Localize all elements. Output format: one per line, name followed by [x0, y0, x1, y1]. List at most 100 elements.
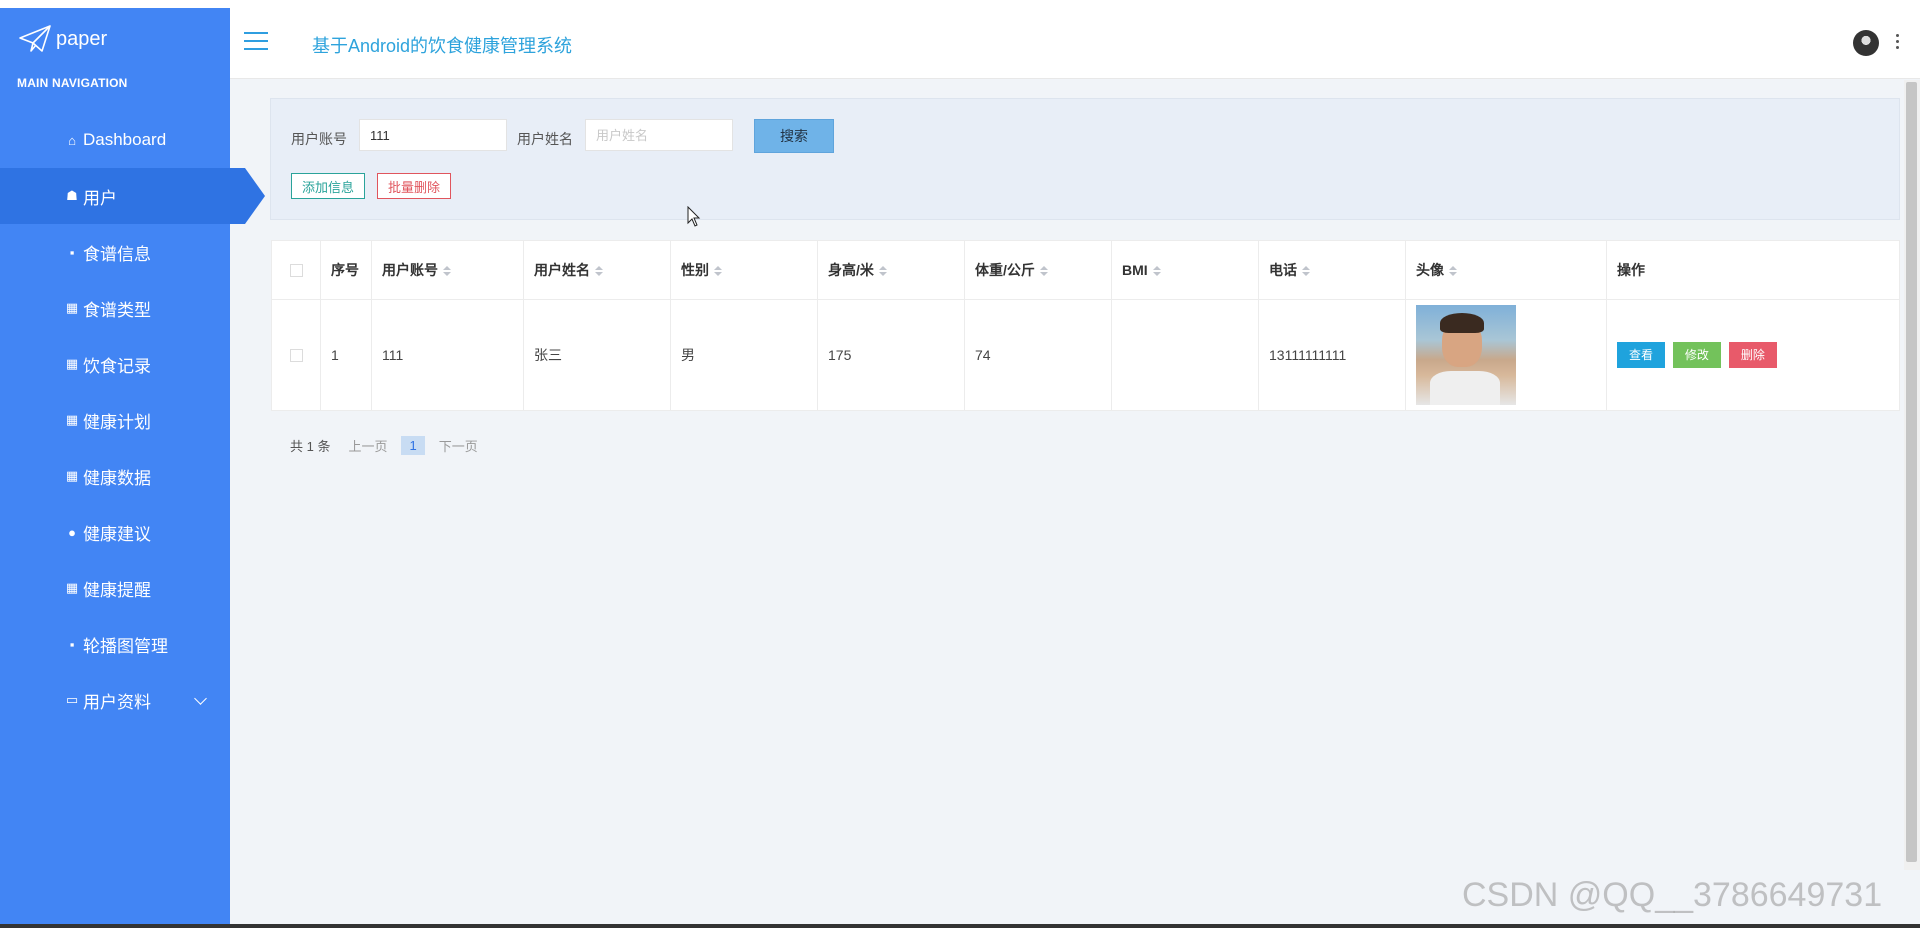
scrollbar-thumb[interactable] [1906, 82, 1917, 862]
prev-page-button[interactable]: 上一页 [348, 436, 387, 455]
cell-avatar [1405, 299, 1607, 411]
top-strip [0, 0, 1920, 8]
header-gender[interactable]: 性别 [670, 240, 818, 300]
users-table: 序号 用户账号 用户姓名 性别 身高/米 体重/公斤 BMI 电话 头像 操作 … [271, 240, 1900, 411]
user-icon: ☗ [66, 188, 78, 203]
sidebar-item-health-advice[interactable]: ● 健康建议 [0, 504, 230, 560]
header-name[interactable]: 用户姓名 [523, 240, 671, 300]
select-all-cell [271, 240, 321, 300]
card-icon: ▭ [65, 692, 79, 707]
grid-icon: ▦ [65, 356, 79, 371]
cell-actions: 查看 修改 删除 [1606, 299, 1900, 411]
sort-icon[interactable] [1302, 266, 1310, 277]
batch-delete-button[interactable]: 批量删除 [377, 173, 452, 199]
sidebar-item-dashboard[interactable]: ⌂ Dashboard [0, 112, 230, 168]
sort-icon[interactable] [714, 266, 722, 277]
header-weight[interactable]: 体重/公斤 [964, 240, 1112, 300]
header-phone[interactable]: 电话 [1258, 240, 1406, 300]
clipboard-icon: ▪ [69, 244, 75, 260]
sidebar-item-label: 食谱类型 [83, 300, 151, 320]
sidebar-item-recipe-info[interactable]: ▪ 食谱信息 [0, 224, 230, 280]
sidebar-item-label: Dashboard [83, 130, 167, 149]
current-page-button[interactable]: 1 [401, 436, 425, 455]
grid-icon: ▦ [65, 412, 79, 427]
account-label: 用户账号 [291, 131, 347, 147]
search-button[interactable]: 搜索 [754, 119, 834, 153]
header-height[interactable]: 身高/米 [817, 240, 965, 300]
sidebar-item-label: 健康提醒 [83, 580, 151, 600]
paper-plane-icon [19, 25, 51, 52]
more-options-icon[interactable] [1896, 34, 1900, 52]
header-label: BMI [1122, 262, 1148, 278]
sidebar-item-user-profile[interactable]: ▭ 用户资料 [0, 672, 230, 728]
search-panel: 用户账号 用户姓名 搜索 添加信息 批量删除 [270, 98, 1900, 220]
sort-icon[interactable] [1152, 266, 1161, 277]
select-all-checkbox[interactable] [289, 263, 303, 277]
sidebar-nav: ⌂ Dashboard ☗ 用户 ▪ 食谱信息 ▦ 食谱类型 ▦ 饮食记录 ▦ … [0, 112, 265, 728]
header-label: 用户姓名 [534, 262, 590, 278]
sidebar-item-recipe-types[interactable]: ▦ 食谱类型 [0, 280, 230, 336]
header-account[interactable]: 用户账号 [371, 240, 524, 300]
header-avatar[interactable]: 头像 [1405, 240, 1607, 300]
header-bmi[interactable]: BMI [1111, 240, 1259, 300]
header-actions: 操作 [1606, 240, 1900, 300]
cell-account: 111 [371, 299, 524, 411]
person-icon: ● [68, 524, 76, 540]
sort-icon[interactable] [1039, 266, 1048, 277]
avatar[interactable] [1853, 30, 1879, 56]
sidebar-item-label: 健康建议 [83, 524, 151, 544]
sidebar-item-users[interactable]: ☗ 用户 [0, 168, 265, 224]
grid-icon: ▦ [65, 468, 79, 483]
chevron-down-icon [194, 692, 207, 705]
header-label: 电话 [1269, 262, 1297, 278]
next-page-button[interactable]: 下一页 [439, 436, 478, 455]
grid-icon: ▦ [65, 300, 79, 315]
account-input[interactable] [359, 119, 507, 151]
cell-index: 1 [320, 299, 372, 411]
row-checkbox[interactable] [289, 348, 303, 362]
watermark: CSDN @QQ__3786649731 [1462, 876, 1883, 914]
sidebar-item-label: 用户资料 [83, 692, 151, 712]
main-navigation-title: MAIN NAVIGATION [17, 76, 128, 90]
sidebar-item-carousel[interactable]: ▪ 轮播图管理 [0, 616, 230, 672]
edit-button[interactable]: 修改 [1672, 342, 1721, 368]
menu-toggle-icon[interactable] [244, 32, 268, 52]
pagination: 共 1 条 上一页 1 下一页 [290, 436, 478, 455]
table-row: 1 111 张三 男 175 74 13111111111 查看 修改 删除 [271, 299, 1900, 411]
user-avatar-photo[interactable] [1416, 305, 1516, 405]
cell-height: 175 [817, 299, 965, 411]
mouse-cursor-icon [687, 206, 701, 227]
sidebar-item-health-plan[interactable]: ▦ 健康计划 [0, 392, 230, 448]
sidebar: paper MAIN NAVIGATION ⌂ Dashboard ☗ 用户 ▪… [0, 8, 265, 928]
pagination-total: 共 1 条 [290, 439, 331, 454]
sidebar-item-health-data[interactable]: ▦ 健康数据 [0, 448, 230, 504]
top-header: 基于Android的饮食健康管理系统 [230, 8, 1920, 79]
sidebar-item-label: 健康数据 [83, 468, 151, 488]
cell-phone: 13111111111 [1258, 299, 1406, 411]
clipboard-icon: ▪ [69, 636, 75, 652]
add-info-button[interactable]: 添加信息 [291, 173, 366, 199]
header-index: 序号 [320, 240, 372, 300]
sort-icon[interactable] [878, 266, 887, 277]
table-header-row: 序号 用户账号 用户姓名 性别 身高/米 体重/公斤 BMI 电话 头像 操作 [271, 240, 1900, 300]
header-label: 头像 [1416, 262, 1444, 278]
name-input[interactable] [585, 119, 733, 151]
logo-text: paper [56, 27, 108, 50]
sidebar-item-label: 健康计划 [83, 412, 151, 432]
cell-bmi [1111, 299, 1259, 411]
sidebar-item-diet-records[interactable]: ▦ 饮食记录 [0, 336, 230, 392]
sort-icon[interactable] [1449, 266, 1457, 277]
header-label: 身高/米 [828, 262, 874, 278]
sort-icon[interactable] [595, 266, 603, 277]
delete-button[interactable]: 删除 [1728, 342, 1777, 368]
bottom-edge [0, 924, 1920, 928]
sidebar-item-label: 食谱信息 [83, 244, 151, 264]
sort-icon[interactable] [443, 266, 451, 277]
logo[interactable]: paper [18, 24, 107, 54]
header-label: 性别 [681, 262, 709, 278]
cell-name: 张三 [523, 299, 671, 411]
home-icon: ⌂ [68, 132, 76, 148]
sidebar-item-health-reminder[interactable]: ▦ 健康提醒 [0, 560, 230, 616]
sidebar-item-label: 饮食记录 [83, 356, 151, 376]
view-button[interactable]: 查看 [1617, 342, 1666, 368]
